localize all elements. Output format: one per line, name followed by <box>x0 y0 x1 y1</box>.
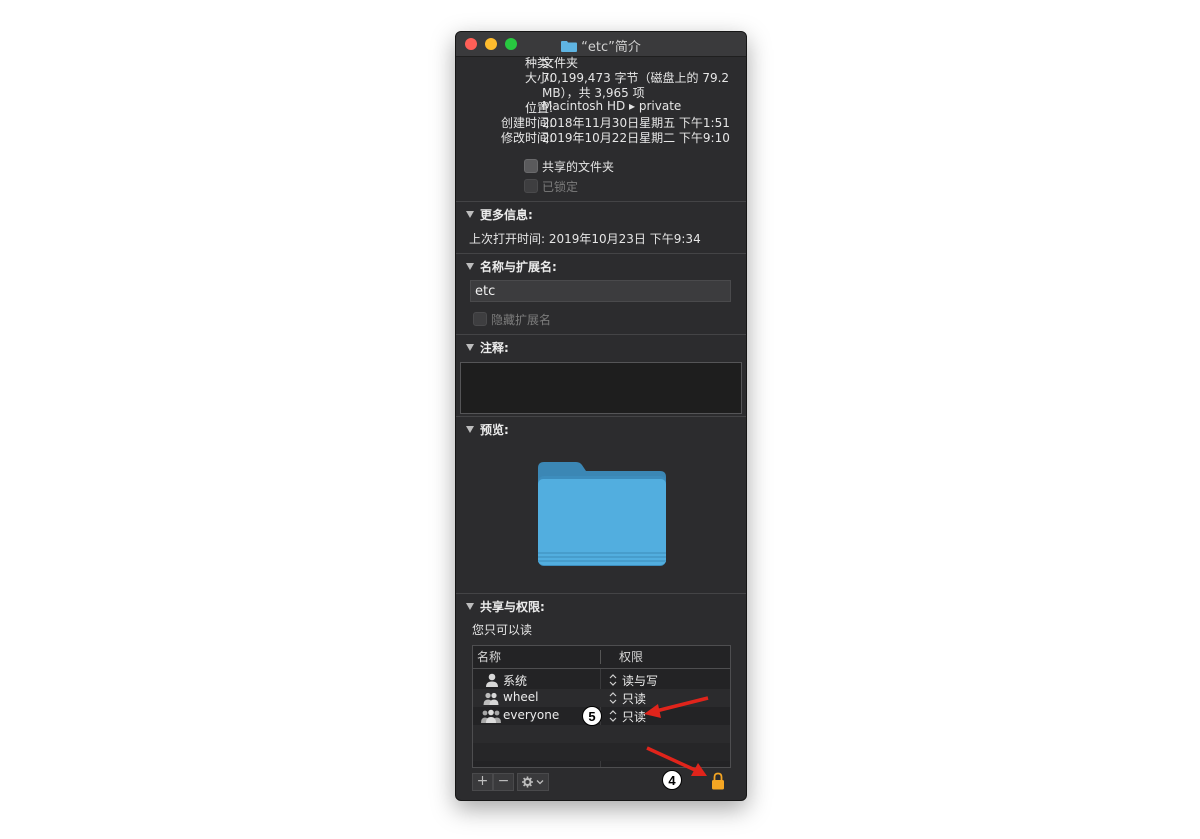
folder-icon <box>561 41 578 52</box>
divider <box>456 201 746 202</box>
everyone-icon <box>481 709 501 723</box>
column-separator <box>600 650 601 664</box>
last-opened: 上次打开时间: 2019年10月23日 下午9:34 <box>469 232 701 246</box>
locked-label: 已锁定 <box>542 180 579 194</box>
window-title-group: “etc”简介 <box>456 36 746 55</box>
modified-value: 2019年10月22日星期二 下午9:10 <box>542 131 730 145</box>
gear-icon <box>522 776 544 788</box>
comments-textarea[interactable] <box>460 362 742 414</box>
action-menu-button[interactable] <box>517 773 549 791</box>
remove-button[interactable]: − <box>493 773 514 791</box>
info-window: “etc”简介 种类: 文件夹 大小: 70,199,473 字节（磁盘上的 7… <box>455 31 747 801</box>
updown-arrows-icon[interactable] <box>609 709 617 723</box>
user-icon <box>486 673 498 687</box>
sharing-header-label: 共享与权限: <box>480 600 545 614</box>
annotation-badge-5: 5 <box>582 706 602 726</box>
shared-folder-checkbox[interactable] <box>524 159 538 173</box>
divider <box>456 334 746 335</box>
shared-folder-label: 共享的文件夹 <box>542 160 615 174</box>
add-button[interactable]: + <box>472 773 493 791</box>
updown-arrows-icon[interactable] <box>609 673 617 687</box>
window-title: “etc”简介 <box>581 40 641 55</box>
annotation-badge-4: 4 <box>662 770 682 790</box>
column-header-name[interactable]: 名称 <box>477 646 501 668</box>
row-name: 系统 <box>503 674 528 688</box>
sharing-header[interactable]: 共享与权限: <box>466 598 545 615</box>
comments-header[interactable]: 注释: <box>466 339 509 356</box>
name-ext-header[interactable]: 名称与扩展名: <box>466 258 557 275</box>
divider <box>456 593 746 594</box>
name-ext-header-label: 名称与扩展名: <box>480 260 557 274</box>
table-row[interactable]: 系统 读与写 <box>473 671 730 689</box>
hide-extension-checkbox[interactable] <box>473 312 487 326</box>
locked-checkbox[interactable] <box>524 179 538 193</box>
where-value: Macintosh HD ▸ private <box>542 99 682 113</box>
divider <box>456 253 746 254</box>
hide-extension-label: 隐藏扩展名 <box>491 313 552 327</box>
preview-header-label: 预览: <box>480 423 509 437</box>
sharing-note: 您只可以读 <box>472 623 533 637</box>
row-name: wheel <box>503 690 539 704</box>
divider <box>456 416 746 417</box>
disclosure-triangle-icon <box>466 211 474 218</box>
disclosure-triangle-icon <box>466 263 474 270</box>
updown-arrows-icon[interactable] <box>609 691 617 705</box>
disclosure-triangle-icon <box>466 344 474 351</box>
table-row-empty <box>473 725 730 743</box>
more-info-header-label: 更多信息: <box>480 208 533 222</box>
comments-header-label: 注释: <box>480 341 509 355</box>
row-name: everyone <box>503 708 560 722</box>
column-header-privilege[interactable]: 权限 <box>619 646 643 668</box>
more-info-header[interactable]: 更多信息: <box>466 206 533 223</box>
disclosure-triangle-icon <box>466 426 474 433</box>
annotation-arrow-5 <box>644 696 709 718</box>
disclosure-triangle-icon <box>466 603 474 610</box>
folder-preview-icon <box>538 462 666 566</box>
preview-header[interactable]: 预览: <box>466 421 509 438</box>
row-privilege[interactable]: 读与写 <box>622 672 658 689</box>
name-field[interactable]: etc <box>470 280 731 302</box>
header-divider <box>473 668 730 669</box>
group-icon <box>483 692 499 705</box>
